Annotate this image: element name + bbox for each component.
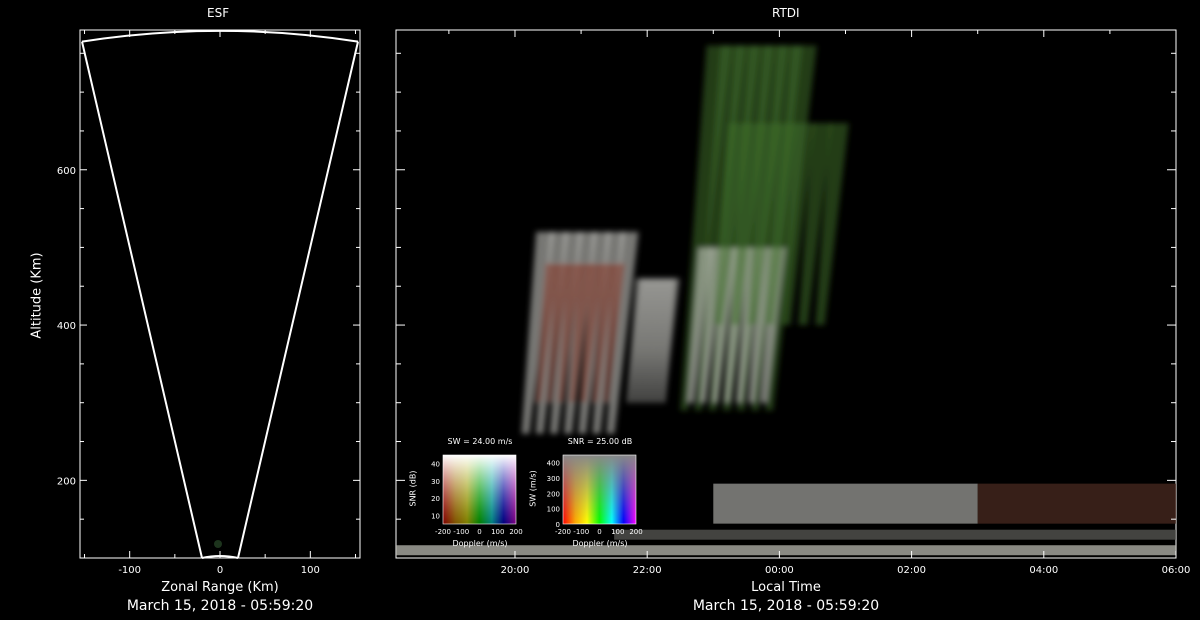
esf-fan-right-edge: [237, 41, 359, 559]
legend-snr-ylabel: SW (m/s): [528, 470, 538, 507]
esf-chart: -100 0 100 200 400 600: [57, 29, 361, 576]
esf-ytick-label: 200: [57, 476, 76, 487]
legend-sw-ylabel: SNR (dB): [408, 470, 418, 507]
esf-ytick-label: 600: [57, 166, 76, 177]
esf-xtick-label: -100: [118, 565, 141, 576]
esf-date: March 15, 2018 - 05:59:20: [126, 598, 314, 614]
rtdi-date: March 15, 2018 - 05:59:20: [692, 598, 880, 614]
legend-snr-xlabel: Doppler (m/s): [572, 539, 628, 548]
esf-xtick-label: 0: [217, 565, 223, 576]
esf-fan-left-edge: [81, 41, 203, 559]
esf-plot-frame: [79, 29, 361, 559]
esf-xtick-label: 100: [301, 565, 320, 576]
esf-ytick-label: 400: [57, 321, 76, 332]
legend-snr-title: SNR = 25.00 dB: [567, 437, 633, 446]
legend-sw-title: SW = 24.00 m/s: [447, 437, 513, 446]
esf-echo-speck: [214, 540, 222, 548]
esf-xlabel: Zonal Range (Km): [161, 580, 279, 595]
rtdi-xlabel: Local Time: [751, 580, 821, 595]
legend-sw-xlabel: Doppler (m/s): [452, 539, 508, 548]
esf-ylabel: Altitude (Km): [29, 252, 45, 339]
